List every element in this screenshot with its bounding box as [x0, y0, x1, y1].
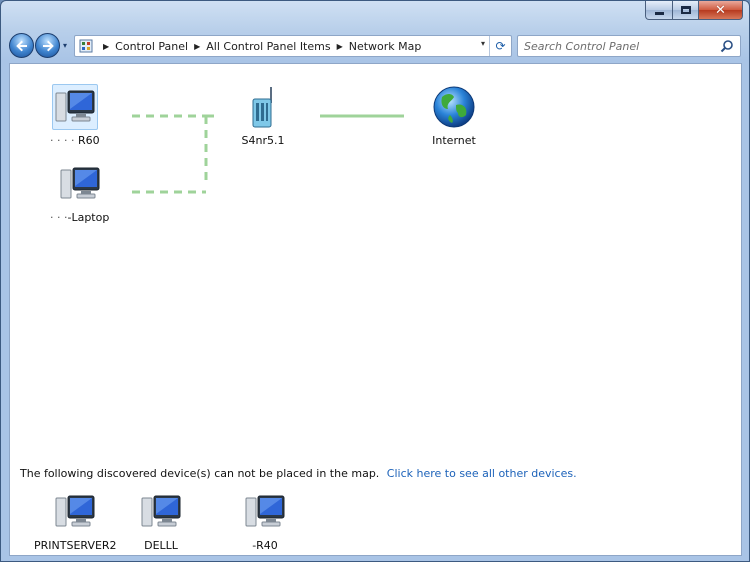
back-arrow-icon — [15, 40, 27, 51]
map-node-computer-r60[interactable]: · · · · R60 — [50, 84, 100, 147]
device-label: -R40 — [252, 539, 278, 552]
breadcrumb-separator-icon[interactable]: ▶ — [194, 42, 200, 51]
breadcrumb-control-panel[interactable]: Control Panel — [115, 40, 188, 53]
refresh-button[interactable]: ⟳ — [489, 36, 511, 56]
map-node-internet[interactable]: Internet — [431, 84, 477, 147]
address-bar[interactable]: ▶ Control Panel ▶ All Control Panel Item… — [74, 35, 512, 57]
node-label: · · ·-Laptop — [50, 211, 110, 224]
close-icon: ✕ — [715, 2, 726, 18]
maximize-icon — [680, 6, 691, 14]
see-all-devices-link[interactable]: Click here to see all other devices. — [387, 467, 577, 480]
computer-icon — [52, 489, 98, 535]
computer-icon — [51, 84, 98, 130]
network-links — [132, 114, 404, 194]
map-node-router[interactable]: S4nr5.1 — [240, 84, 286, 147]
search-icon[interactable] — [720, 39, 734, 53]
discovered-device-r40[interactable]: -R40 — [242, 489, 288, 552]
search-placeholder: Search Control Panel — [524, 39, 640, 53]
discovered-devices-notice: The following discovered device(s) can n… — [20, 467, 577, 480]
recent-pages-dropdown[interactable]: ▾ — [63, 41, 67, 50]
notice-text: The following discovered device(s) can n… — [20, 467, 380, 480]
search-input[interactable]: Search Control Panel — [517, 35, 741, 57]
computer-icon — [57, 161, 103, 207]
title-bar[interactable]: ✕ — [1, 1, 749, 29]
caption-buttons: ✕ — [645, 1, 743, 21]
refresh-icon: ⟳ — [495, 39, 506, 53]
map-node-laptop[interactable]: · · ·-Laptop — [50, 161, 109, 224]
breadcrumb-separator-icon[interactable]: ▶ — [103, 42, 109, 51]
computer-icon — [242, 489, 288, 535]
forward-arrow-icon — [42, 40, 54, 51]
maximize-button[interactable] — [673, 1, 699, 20]
router-icon — [240, 84, 286, 130]
globe-icon — [431, 84, 477, 130]
minimize-button[interactable] — [645, 1, 673, 20]
control-panel-icon — [75, 36, 97, 56]
node-label: · · · · R60 — [50, 134, 100, 147]
minimize-icon — [654, 11, 664, 15]
control-panel-window: ✕ ▾ ▶ Control Panel ▶ All Control Panel … — [0, 0, 750, 562]
device-label: DELLL — [144, 539, 178, 552]
node-label: Internet — [432, 134, 476, 147]
navigation-bar: ▾ ▶ Control Panel ▶ All Control Panel It… — [1, 29, 749, 61]
discovered-device-printserver2[interactable]: PRINTSERVER2 — [34, 489, 117, 552]
computer-icon — [138, 489, 184, 535]
node-label: S4nr5.1 — [241, 134, 285, 147]
back-button[interactable] — [9, 33, 34, 58]
network-map-area: · · · · R60 · · ·-Laptop S4nr5.1 Interne… — [9, 63, 742, 556]
close-button[interactable]: ✕ — [699, 1, 743, 20]
device-label: PRINTSERVER2 — [34, 539, 117, 552]
breadcrumb-network-map[interactable]: Network Map — [349, 40, 422, 53]
discovered-device-delll[interactable]: DELLL — [138, 489, 184, 552]
breadcrumb-all-items[interactable]: All Control Panel Items — [206, 40, 330, 53]
address-dropdown-icon[interactable]: ▾ — [481, 39, 485, 48]
breadcrumb-separator-icon[interactable]: ▶ — [337, 42, 343, 51]
forward-button[interactable] — [35, 33, 60, 58]
